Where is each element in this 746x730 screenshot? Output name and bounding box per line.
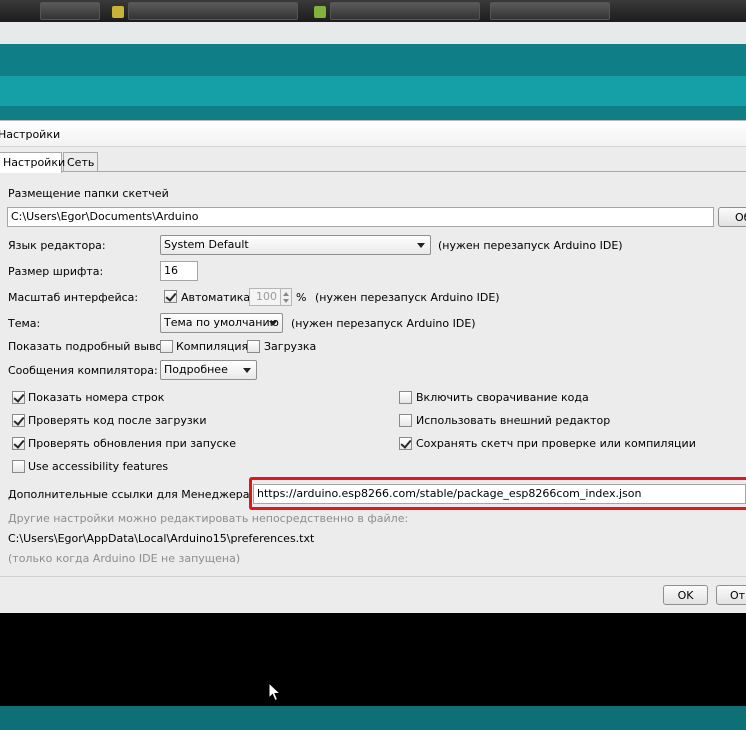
taskbar [0, 0, 746, 22]
chevron-down-icon [243, 368, 251, 373]
scale-restart-note: (нужен перезапуск Arduino IDE) [315, 291, 500, 304]
prefs-file-path[interactable]: C:\Users\Egor\AppData\Local\Arduino15\pr… [8, 532, 314, 545]
folder-icon [112, 6, 124, 18]
verbose-label: Показать подробный вывод: [8, 340, 174, 353]
scale-label: Масштаб интерфейса: [8, 291, 139, 304]
sketchbook-path-input[interactable]: C:\Users\Egor\Documents\Arduino [7, 207, 714, 227]
dialog-title: Настройки [0, 128, 61, 141]
taskbar-button[interactable] [330, 2, 480, 20]
board-urls-highlight [249, 477, 746, 510]
save-on-verify-checkbox[interactable] [399, 437, 412, 450]
check-updates-checkbox[interactable] [12, 437, 25, 450]
ide-console [0, 612, 746, 708]
verbose-compile-label: Компиляция [176, 340, 249, 353]
app-icon [314, 6, 326, 18]
code-folding-label: Включить сворачивание кода [416, 391, 589, 404]
verify-after-upload-label: Проверять код после загрузки [28, 414, 207, 427]
external-editor-label: Использовать внешний редактор [416, 414, 611, 427]
language-select[interactable]: System Default [160, 235, 431, 255]
taskbar-button[interactable] [128, 2, 298, 20]
theme-select[interactable]: Тема по умолчанию [160, 313, 283, 333]
language-label: Язык редактора: [8, 239, 106, 252]
ide-status-bar [0, 706, 746, 730]
code-folding-checkbox[interactable] [399, 391, 412, 404]
board-urls-label: Дополнительные ссылки для Менеджера плат… [8, 488, 285, 501]
verbose-upload-checkbox[interactable] [247, 340, 260, 353]
ide-toolbar [0, 76, 746, 106]
verbose-compile-checkbox[interactable] [160, 340, 173, 353]
preferences-dialog: Настройки Настройки Сеть Размещение папк… [0, 120, 746, 613]
mouse-pointer-icon [268, 682, 282, 702]
browse-button[interactable]: Обзор [718, 207, 746, 227]
save-on-verify-label: Сохранять скетч при проверке или компиля… [416, 437, 696, 450]
accessibility-checkbox[interactable] [12, 460, 25, 473]
check-updates-label: Проверять обновления при запуске [28, 437, 236, 450]
language-select-value: System Default [164, 238, 249, 251]
prefs-ide-closed-note: (только когда Arduino IDE не запущена) [8, 552, 241, 565]
settings-panel: Размещение папки скетчей C:\Users\Egor\D… [0, 171, 746, 576]
compiler-warnings-select[interactable]: Подробнее [160, 360, 257, 380]
accessibility-label: Use accessibility features [28, 460, 169, 473]
scale-value-input[interactable]: 100 [249, 288, 281, 306]
scale-auto-label: Автоматика [181, 291, 251, 304]
sketchbook-label: Размещение папки скетчей [8, 187, 169, 200]
spin-up-icon [283, 292, 289, 296]
scale-unit: % [296, 291, 307, 304]
show-line-numbers-checkbox[interactable] [12, 391, 25, 404]
theme-label: Тема: [8, 317, 41, 330]
font-size-label: Размер шрифта: [8, 265, 104, 278]
show-line-numbers-label: Показать номера строк [28, 391, 165, 404]
scale-auto-checkbox[interactable] [164, 290, 177, 303]
prefs-info-text: Другие настройки можно редактировать неп… [8, 512, 409, 525]
spin-down-icon [283, 299, 289, 303]
compiler-warnings-value: Подробнее [164, 363, 228, 376]
ide-menubar [0, 22, 746, 44]
taskbar-button[interactable] [40, 2, 100, 20]
verbose-upload-label: Загрузка [264, 340, 317, 353]
ok-button[interactable]: OK [663, 585, 708, 605]
language-restart-note: (нужен перезапуск Arduino IDE) [438, 239, 623, 252]
theme-restart-note: (нужен перезапуск Arduino IDE) [291, 317, 476, 330]
compiler-warnings-label: Сообщения компилятора: [8, 364, 158, 377]
chevron-down-icon [417, 243, 425, 248]
tab-settings[interactable]: Настройки [0, 152, 65, 173]
verify-after-upload-checkbox[interactable] [12, 414, 25, 427]
chevron-down-icon [269, 321, 277, 326]
tab-network[interactable]: Сеть [63, 152, 98, 172]
dialog-button-bar: OK Отмена [0, 576, 746, 613]
external-editor-checkbox[interactable] [399, 414, 412, 427]
font-size-input[interactable]: 16 [160, 261, 198, 281]
taskbar-button[interactable] [490, 2, 610, 20]
theme-select-value: Тема по умолчанию [164, 316, 279, 329]
cancel-button[interactable]: Отмена [716, 585, 746, 605]
dialog-titlebar[interactable]: Настройки [0, 121, 746, 147]
scale-spinner-buttons[interactable] [280, 288, 292, 306]
